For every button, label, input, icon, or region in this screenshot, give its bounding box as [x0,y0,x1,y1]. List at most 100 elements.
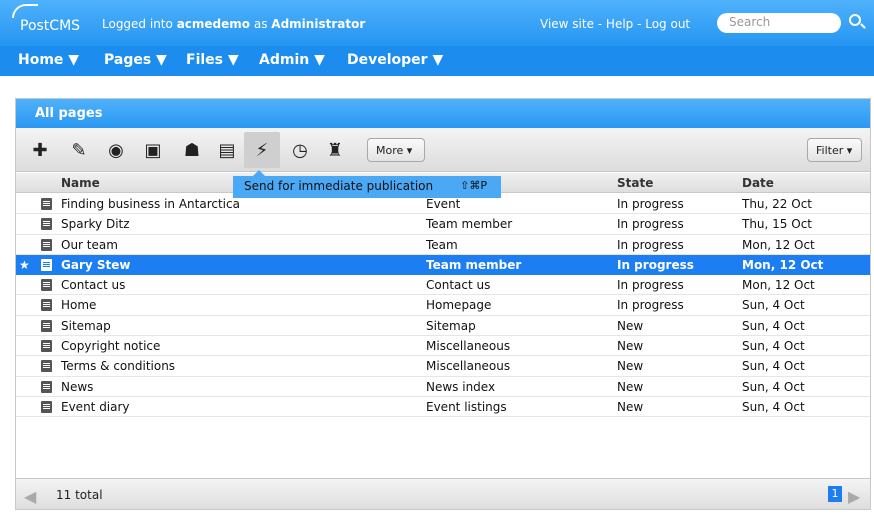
row-type: Miscellaneous [426,339,511,354]
row-name: Sparky Ditz [61,217,130,232]
row-type: Event [426,197,461,211]
publish-icon[interactable]: ⚡ [244,132,280,168]
row-state: New [617,399,644,414]
row-type: Team [426,237,458,252]
main-menu: Home ▼ Pages ▼ Files ▼ Admin ▼ Developer… [0,46,874,76]
row-type: Team member [426,257,522,272]
login-status: Logged into acmedemo as Administrator [102,17,365,31]
row-type: Team member [426,217,513,232]
column-state[interactable]: State [617,176,653,190]
table-row[interactable]: News News index New Sun, 4 Oct [16,377,870,397]
list-footer: ◀ 11 total 1 ▶ [16,478,870,509]
page-icon [41,400,52,413]
row-type: Contact us [426,278,491,293]
panel-header: All pages [16,99,870,128]
menu-home[interactable]: Home ▼ [18,52,79,68]
row-state: New [617,379,644,394]
row-date: Sun, 4 Oct [742,339,805,354]
row-state: New [617,318,644,333]
row-date: Thu, 22 Oct [742,197,813,211]
row-type: Miscellaneous [426,359,511,374]
row-name: Copyright notice [61,339,161,354]
page-icon [41,360,52,373]
top-bar: PostCMS Logged into acmedemo as Administ… [0,0,874,46]
lock-icon[interactable]: ▤ [215,138,239,162]
current-page[interactable]: 1 [828,486,842,502]
row-state: In progress [617,217,684,232]
page-icon [41,319,52,332]
tooltip-text: Send for immediate publication [244,179,434,193]
table-row[interactable]: Event diary Event listings New Sun, 4 Oct [16,397,870,418]
pages-list: Finding business in Antarctica Event In pr… [16,194,870,418]
row-date: Sun, 4 Oct [742,298,805,313]
search-icon[interactable] [849,14,861,26]
row-state: In progress [617,278,684,293]
row-type: Sitemap [426,318,476,333]
row-state: In progress [617,257,694,272]
more-button[interactable]: More ▾ [367,138,425,162]
page-icon [41,279,52,292]
page-icon [41,258,52,271]
column-name[interactable]: Name [61,176,100,190]
row-state: New [617,339,644,354]
row-date: Sun, 4 Oct [742,379,805,394]
row-date: Mon, 12 Oct [742,278,815,293]
menu-pages[interactable]: Pages ▼ [104,52,167,68]
logo-text: PostCMS [20,18,81,34]
next-page-icon[interactable]: ▶ [848,487,860,506]
table-row[interactable]: Sitemap Sitemap New Sun, 4 Oct [16,316,870,337]
table-row[interactable]: Sparky Ditz Team member In progress Thu, 15… [16,214,870,235]
search-input[interactable]: Search [717,13,841,33]
login-role: Administrator [271,17,366,31]
add-icon[interactable]: ✚ [28,138,52,162]
menu-files[interactable]: Files ▼ [186,52,239,68]
edit-icon[interactable]: ✎ [67,138,91,162]
table-row-selected[interactable]: ★ Gary Stew Team member In progress Mon, 12 … [16,254,870,276]
row-name: Our team [61,237,118,252]
login-as: as [253,17,268,31]
comment-icon[interactable]: ▣ [141,138,165,162]
table-row[interactable]: Home Homepage In progress Sun, 4 Oct [16,295,870,316]
row-date: Mon, 12 Oct [742,237,815,252]
assign-user-icon[interactable]: ☗ [180,138,204,162]
page-icon [41,198,52,210]
row-date: Sun, 4 Oct [742,359,805,374]
logo-swirl-icon [12,4,38,18]
page-icon [41,340,52,353]
table-row[interactable]: Terms & conditions Miscellaneous New Sun, 4… [16,356,870,377]
row-name: Sitemap [61,318,111,333]
total-count: 11 total [56,488,103,502]
delete-icon[interactable]: ♜ [323,138,347,162]
publish-tooltip: Send for immediate publication ⇧⌘P [233,170,501,198]
row-state: New [617,359,644,374]
filter-button[interactable]: Filter ▾ [807,138,862,162]
login-prefix: Logged into [102,17,173,31]
row-date: Sun, 4 Oct [742,399,805,414]
top-links[interactable]: View site - Help - Log out [540,17,690,31]
table-row[interactable]: Contact us Contact us In progress Mon, 12 O… [16,275,870,296]
table-row[interactable]: Copyright notice Miscellaneous New Sun, 4 O… [16,336,870,357]
row-date: Thu, 15 Oct [742,217,813,232]
menu-developer[interactable]: Developer ▼ [347,52,443,68]
page-icon [41,299,52,312]
tooltip-shortcut: ⇧⌘P [460,179,487,192]
menu-admin[interactable]: Admin ▼ [259,52,325,68]
row-type: Homepage [426,298,492,313]
row-state: In progress [617,197,684,211]
panel-title: All pages [35,106,103,121]
login-site: acmedemo [176,17,251,31]
row-name: Terms & conditions [61,359,176,374]
schedule-icon[interactable]: ◷ [288,138,312,162]
row-name: Contact us [61,278,126,293]
page-icon [41,218,52,231]
row-name: News [61,379,94,394]
previous-page-icon[interactable]: ◀ [24,487,36,506]
table-row[interactable]: Our team Team In progress Mon, 12 Oct [16,235,870,255]
column-date[interactable]: Date [742,176,774,190]
row-state: In progress [617,237,684,252]
star-icon[interactable]: ★ [19,258,30,272]
page-icon [41,380,52,393]
preview-icon[interactable]: ◉ [104,138,128,162]
page-icon [41,238,52,251]
row-date: Mon, 12 Oct [742,257,824,272]
